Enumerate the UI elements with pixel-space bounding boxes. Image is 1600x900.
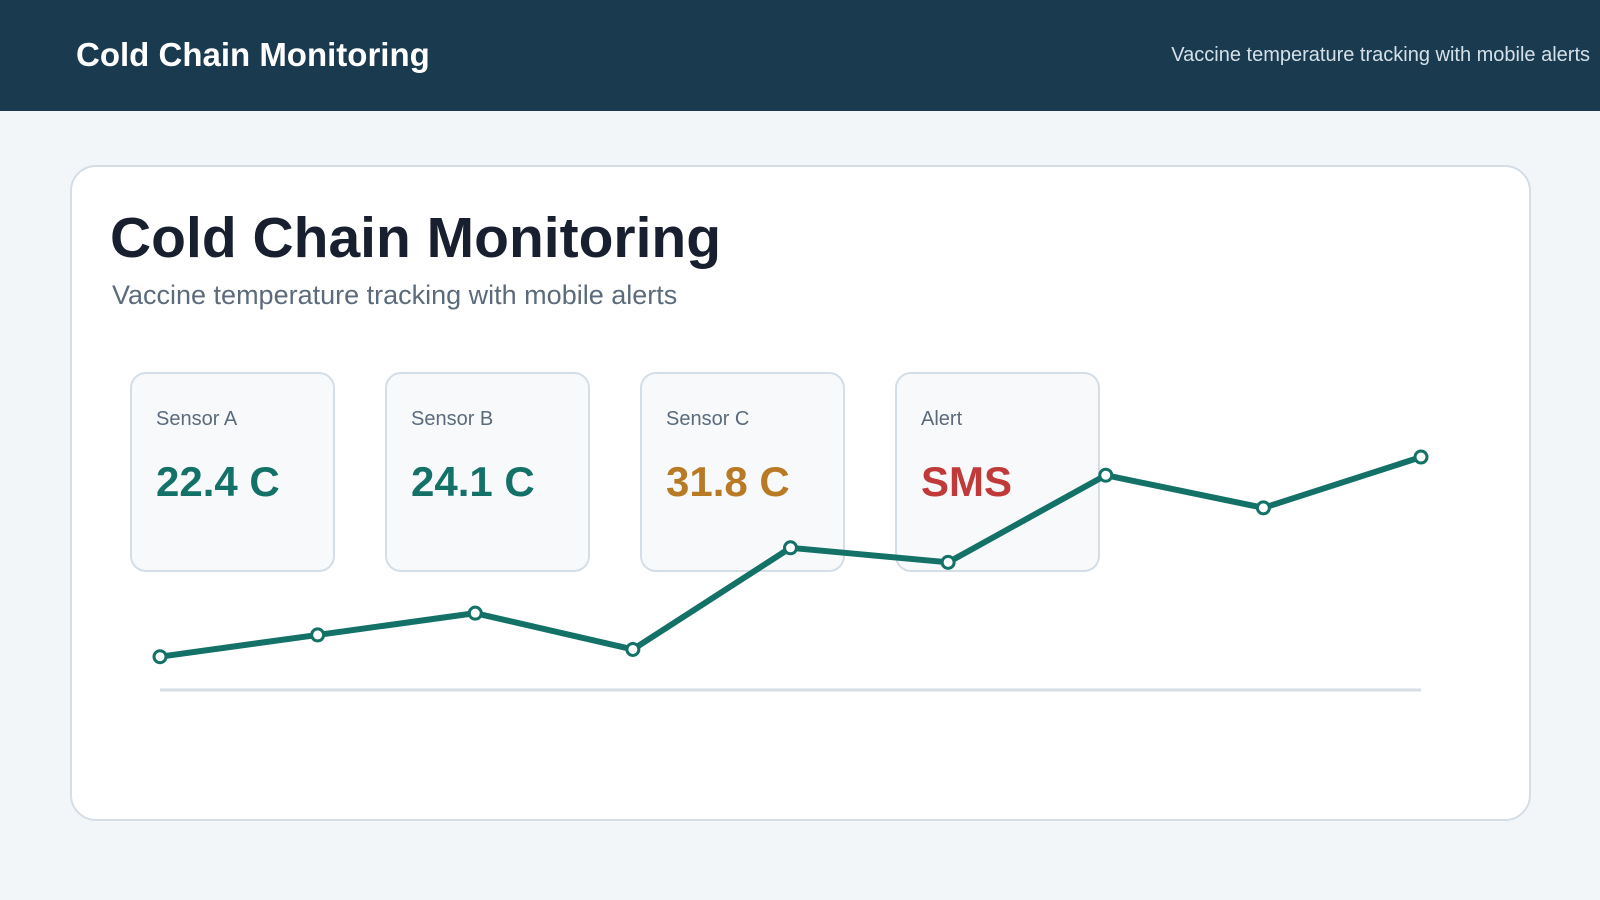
top-bar: Cold Chain Monitoring Vaccine temperatur… [0, 0, 1600, 111]
page-subtitle: Vaccine temperature tracking with mobile… [112, 280, 678, 310]
alert-card[interactable]: Alert SMS [895, 372, 1100, 572]
card-label: Sensor B [411, 408, 494, 430]
sensor-b-card[interactable]: Sensor B 24.1 C [385, 372, 590, 572]
card-label: Alert [921, 408, 963, 430]
page-title: Cold Chain Monitoring [110, 206, 722, 270]
card-value: 22.4 C [156, 458, 280, 505]
card-value: 24.1 C [411, 458, 535, 505]
sensor-a-card[interactable]: Sensor A 22.4 C [130, 372, 335, 572]
card-value: SMS [921, 458, 1013, 505]
card-value: 31.8 C [666, 458, 790, 505]
card-label: Sensor A [156, 408, 238, 430]
sensor-c-card[interactable]: Sensor C 31.8 C [640, 372, 845, 572]
app-title: Cold Chain Monitoring [76, 36, 430, 73]
app-subtitle: Vaccine temperature tracking with mobile… [1171, 44, 1590, 66]
dashboard-panel: Cold Chain Monitoring Vaccine temperatur… [70, 165, 1531, 821]
card-label: Sensor C [666, 408, 750, 430]
